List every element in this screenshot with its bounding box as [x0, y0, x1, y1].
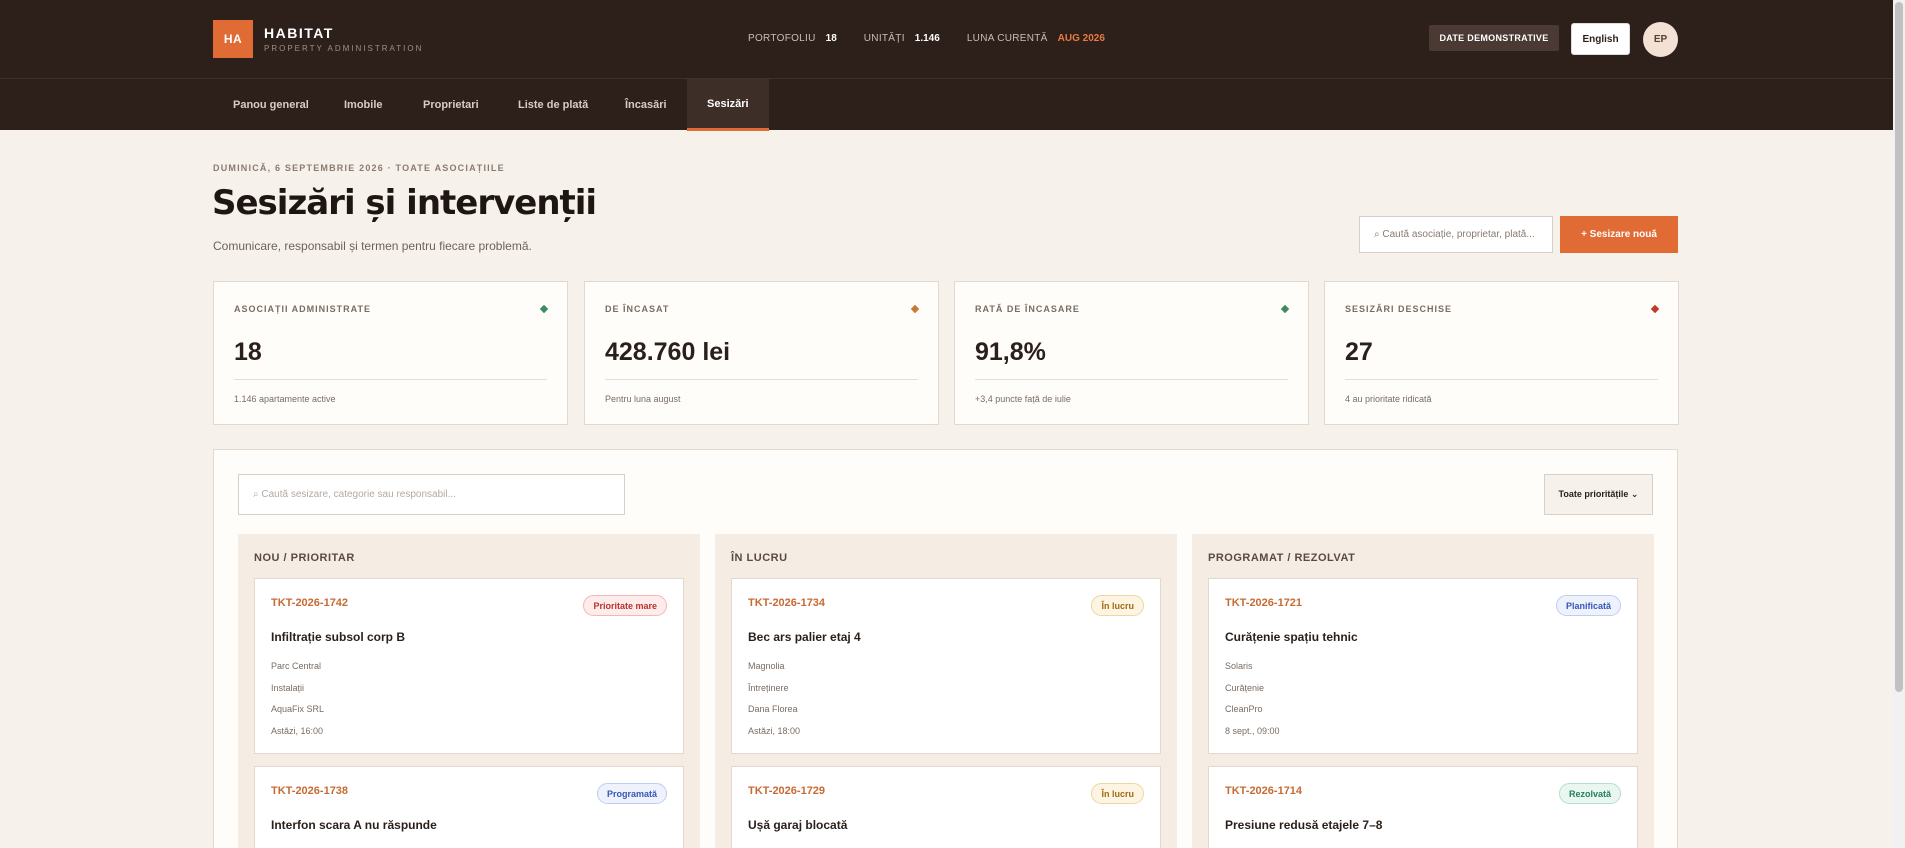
- ticket-search-input[interactable]: ⌕ Caută sesizare, categorie sau responsa…: [238, 474, 625, 515]
- kpi-card-collection-rate: RATĂ DE ÎNCASARE 91,8% +3,4 puncte față …: [954, 281, 1309, 425]
- ticket-card[interactable]: TKT-2026-1714 Rezolvată Presiune redusă …: [1208, 766, 1638, 848]
- ticket-assignee: Dana Florea: [748, 704, 798, 714]
- brand-name: HABITAT: [264, 25, 334, 41]
- kpi-value: 18: [234, 338, 262, 366]
- divider: [234, 379, 547, 380]
- global-search-input[interactable]: ⌕ Caută asociație, proprietar, plată...: [1359, 216, 1553, 253]
- diamond-icon: [1650, 304, 1660, 314]
- ticket-deadline: Astăzi, 18:00: [748, 726, 801, 736]
- nav-payment-lists[interactable]: Liste de plată: [498, 79, 608, 131]
- diamond-icon: [1280, 304, 1290, 314]
- status-badge: Programată: [596, 783, 667, 804]
- nav-tickets[interactable]: Sesizări: [687, 79, 769, 131]
- status-badge: Prioritate mare: [583, 595, 667, 616]
- ticket-association: Parc Central: [271, 661, 322, 671]
- nav-owners[interactable]: Proprietari: [403, 79, 499, 131]
- diamond-icon: [539, 304, 549, 314]
- language-button[interactable]: English: [1571, 23, 1630, 55]
- ticket-association: Magnolia: [748, 661, 785, 671]
- new-ticket-button[interactable]: + Sesizare nouă: [1560, 216, 1678, 253]
- ticket-card[interactable]: TKT-2026-1734 În lucru Bec ars palier et…: [731, 578, 1161, 754]
- status-badge: În lucru: [1091, 783, 1144, 804]
- divider: [605, 379, 918, 380]
- kpi-value: 27: [1345, 338, 1373, 366]
- top-bar: HA HABITAT PROPERTY ADMINISTRATION PORTO…: [0, 0, 1893, 78]
- kpi-label: DE ÎNCASAT: [605, 304, 670, 314]
- ticket-assignee: CleanPro: [1225, 704, 1263, 714]
- ticket-title: Curățenie spațiu tehnic: [1225, 630, 1358, 644]
- kpi-value: 428.760 lei: [605, 338, 731, 366]
- ticket-category: Întreținere: [748, 683, 789, 693]
- brand-logo[interactable]: HA: [213, 20, 253, 58]
- kpi-note: 4 au prioritate ridicată: [1345, 394, 1432, 404]
- kpi-note: Pentru luna august: [605, 394, 681, 404]
- nav-dashboard[interactable]: Panou general: [213, 79, 329, 131]
- stat-portfolio-value: 18: [825, 33, 837, 44]
- diamond-icon: [910, 304, 920, 314]
- ticket-card[interactable]: TKT-2026-1729 În lucru Ușă garaj blocată: [731, 766, 1161, 848]
- demo-data-button[interactable]: DATE DEMONSTRATIVE: [1429, 25, 1559, 51]
- ticket-id: TKT-2026-1734: [748, 597, 826, 609]
- date-line: DUMINICĂ, 6 SEPTEMBRIE 2026 · TOATE ASOC…: [213, 163, 505, 173]
- avatar[interactable]: EP: [1643, 22, 1678, 57]
- kpi-note: 1.146 apartamente active: [234, 394, 336, 404]
- ticket-card[interactable]: TKT-2026-1738 Programată Interfon scara …: [254, 766, 684, 848]
- brand-subtitle: PROPERTY ADMINISTRATION: [264, 44, 424, 53]
- stat-units-value: 1.146: [914, 33, 940, 44]
- ticket-card[interactable]: TKT-2026-1721 Planificată Curățenie spaț…: [1208, 578, 1638, 754]
- column-new-priority: NOU / PRIORITAR TKT-2026-1742 Prioritate…: [238, 534, 700, 848]
- ticket-title: Ușă garaj blocată: [748, 818, 848, 832]
- page-title: Sesizări și intervenții: [212, 183, 597, 223]
- column-title: PROGRAMAT / REZOLVAT: [1208, 552, 1356, 564]
- ticket-title: Bec ars palier etaj 4: [748, 630, 861, 644]
- ticket-deadline: 8 sept., 09:00: [1225, 726, 1280, 736]
- page-subtitle: Comunicare, responsabil și termen pentru…: [213, 239, 532, 253]
- column-title: ÎN LUCRU: [731, 552, 788, 564]
- kpi-note: +3,4 puncte față de iulie: [975, 394, 1071, 404]
- priority-filter-select[interactable]: Toate prioritățile ⌄: [1544, 474, 1653, 515]
- status-badge: Planificată: [1555, 595, 1621, 616]
- nav-properties[interactable]: Imobile: [324, 79, 403, 131]
- kpi-card-associations: ASOCIAȚII ADMINISTRATE 18 1.146 apartame…: [213, 281, 568, 425]
- scrollbar-thumb[interactable]: [1895, 2, 1903, 692]
- ticket-assignee: AquaFix SRL: [271, 704, 325, 714]
- divider: [975, 379, 1288, 380]
- kpi-label: SESIZĂRI DESCHISE: [1345, 304, 1453, 314]
- kpi-label: RATĂ DE ÎNCASARE: [975, 304, 1080, 314]
- ticket-card[interactable]: TKT-2026-1742 Prioritate mare Infiltrați…: [254, 578, 684, 754]
- ticket-deadline: Astăzi, 16:00: [271, 726, 324, 736]
- ticket-category: Instalații: [271, 683, 305, 693]
- ticket-title: Infiltrație subsol corp B: [271, 630, 406, 644]
- ticket-id: TKT-2026-1714: [1225, 785, 1303, 797]
- page-scrollbar[interactable]: [1893, 0, 1905, 848]
- ticket-title: Presiune redusă etajele 7–8: [1225, 818, 1383, 832]
- divider: [1345, 379, 1658, 380]
- stat-portfolio-label: PORTOFOLIU: [748, 33, 816, 44]
- header-stats: PORTOFOLIU 18 UNITĂȚI 1.146 LUNA CURENTĂ…: [748, 33, 1132, 44]
- ticket-title: Interfon scara A nu răspunde: [271, 818, 437, 832]
- column-title: NOU / PRIORITAR: [254, 552, 355, 564]
- ticket-id: TKT-2026-1729: [748, 785, 826, 797]
- nav-collections[interactable]: Încasări: [605, 79, 687, 131]
- status-badge: Rezolvată: [1558, 783, 1621, 804]
- kpi-card-open-tickets: SESIZĂRI DESCHISE 27 4 au prioritate rid…: [1324, 281, 1679, 425]
- kpi-label: ASOCIAȚII ADMINISTRATE: [234, 304, 371, 314]
- kpi-card-due: DE ÎNCASAT 428.760 lei Pentru luna augus…: [584, 281, 939, 425]
- column-scheduled-resolved: PROGRAMAT / REZOLVAT TKT-2026-1721 Plani…: [1192, 534, 1654, 848]
- kpi-value: 91,8%: [975, 338, 1046, 366]
- stat-month-value: AUG 2026: [1057, 33, 1105, 44]
- main-nav: Panou general Imobile Proprietari Liste …: [0, 78, 1893, 131]
- ticket-id: TKT-2026-1721: [1225, 597, 1303, 609]
- ticket-association: Solaris: [1225, 661, 1253, 671]
- ticket-category: Curățenie: [1225, 683, 1265, 693]
- ticket-id: TKT-2026-1738: [271, 785, 349, 797]
- stat-units-label: UNITĂȚI: [863, 33, 905, 44]
- status-badge: În lucru: [1091, 595, 1144, 616]
- ticket-id: TKT-2026-1742: [271, 597, 349, 609]
- column-in-progress: ÎN LUCRU TKT-2026-1734 În lucru Bec ars …: [715, 534, 1177, 848]
- stat-month-label: LUNA CURENTĂ: [966, 33, 1048, 44]
